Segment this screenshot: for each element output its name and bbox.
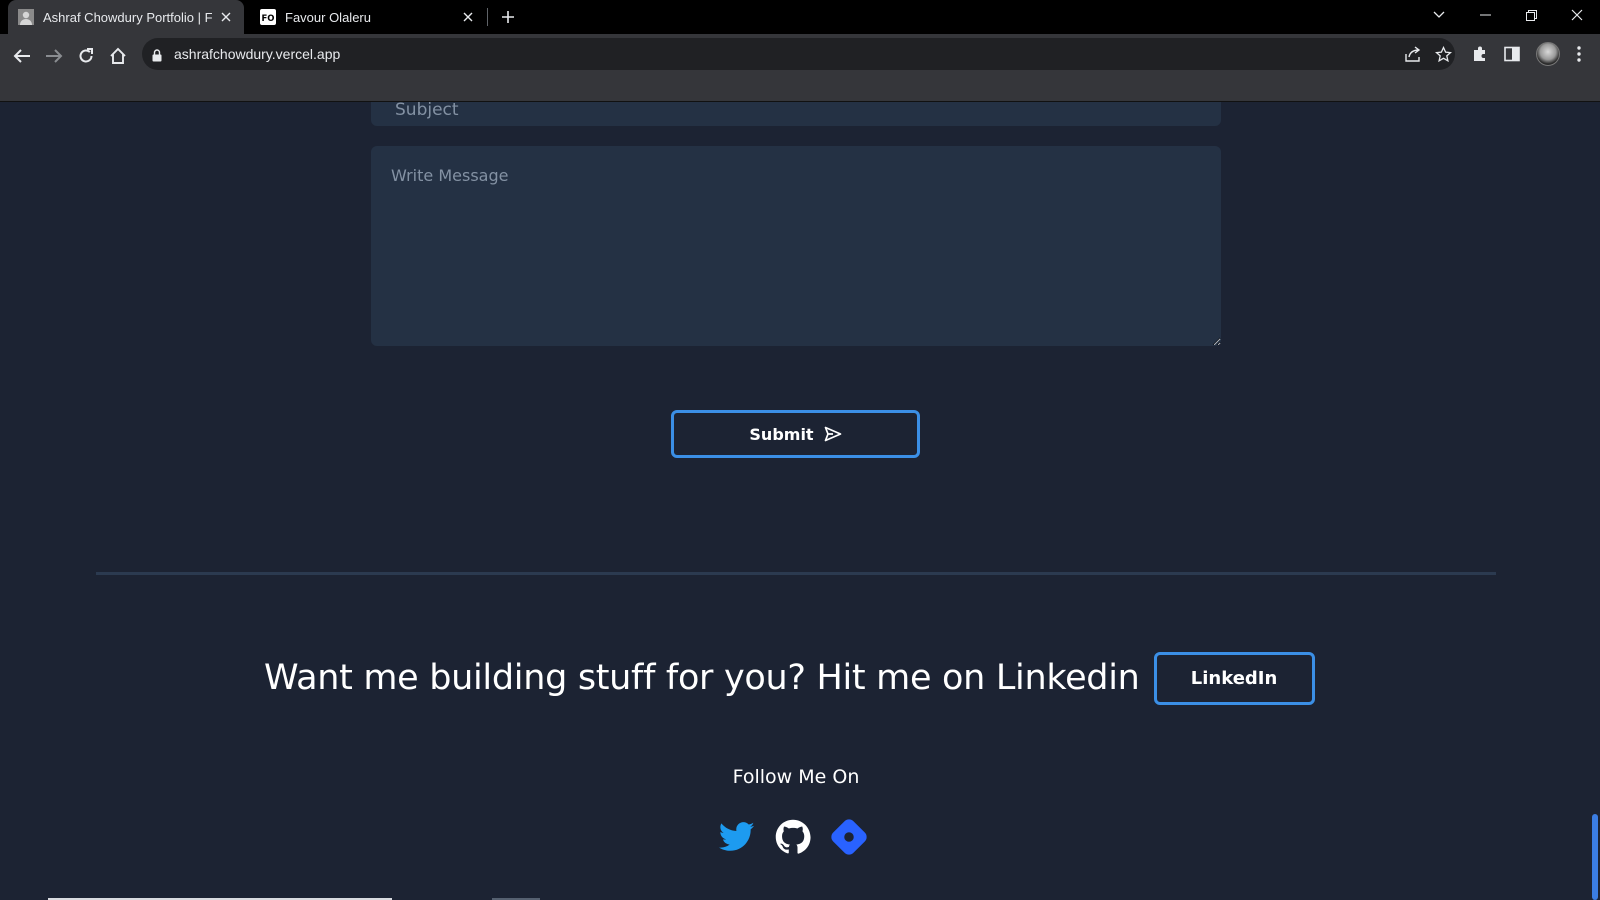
twitter-icon[interactable] [718,818,756,856]
more-menu-icon[interactable] [1568,43,1590,65]
social-links [718,818,868,856]
side-panel-icon[interactable] [1501,43,1523,65]
tab-separator [487,8,488,26]
profile-avatar[interactable] [1536,42,1560,66]
follow-heading: Follow Me On [732,766,860,788]
portrait-favicon-icon [18,9,34,25]
page-content: Submit Want me building stuff for you? H… [0,102,1600,900]
tab-search-chevron-icon[interactable] [1416,0,1462,30]
restore-icon[interactable] [1508,0,1554,30]
subject-input[interactable] [371,102,1221,126]
browser-tab-bar: Ashraf Chowdury Portfolio | Front FO Fav… [0,0,1600,34]
share-icon[interactable] [1404,45,1422,63]
back-arrow-icon[interactable] [8,42,36,70]
tab-favour-olaleru[interactable]: FO Favour Olaleru [250,0,486,34]
address-bar[interactable]: ashrafchowdury.vercel.app [142,38,1455,70]
forward-arrow-icon[interactable] [40,42,68,70]
home-icon[interactable] [104,42,132,70]
browser-toolbar: ashrafchowdury.vercel.app [0,34,1600,102]
linkedin-cta: Want me building stuff for you? Hit me o… [264,650,1315,706]
cta-heading: Want me building stuff for you? Hit me o… [264,658,1140,698]
tab-title: Ashraf Chowdury Portfolio | Front [43,9,212,25]
fo-favicon-icon: FO [260,9,276,25]
new-tab-plus-icon[interactable] [499,8,517,26]
github-icon[interactable] [774,818,812,856]
section-divider [96,572,1496,575]
tab-ashraf-portfolio[interactable]: Ashraf Chowdury Portfolio | Front [8,0,244,34]
scrollbar-thumb[interactable] [1592,814,1598,900]
hashnode-icon[interactable] [830,818,868,856]
reload-icon[interactable] [72,42,100,70]
lock-icon[interactable] [152,47,162,66]
tab-title: Favour Olaleru [285,9,371,25]
linkedin-button[interactable]: LinkedIn [1153,651,1315,705]
send-arrow-icon [824,426,842,442]
submit-label: Submit [749,424,814,444]
submit-button[interactable]: Submit [671,410,920,458]
svg-text:FO: FO [261,14,274,24]
message-textarea[interactable] [371,146,1221,346]
extensions-puzzle-icon[interactable] [1469,43,1491,65]
bookmark-star-icon[interactable] [1434,45,1452,63]
close-icon[interactable] [218,9,234,25]
close-icon[interactable] [460,9,476,25]
url-text[interactable]: ashrafchowdury.vercel.app [174,46,340,62]
minimize-icon[interactable] [1462,0,1508,30]
close-window-icon[interactable] [1554,0,1600,30]
